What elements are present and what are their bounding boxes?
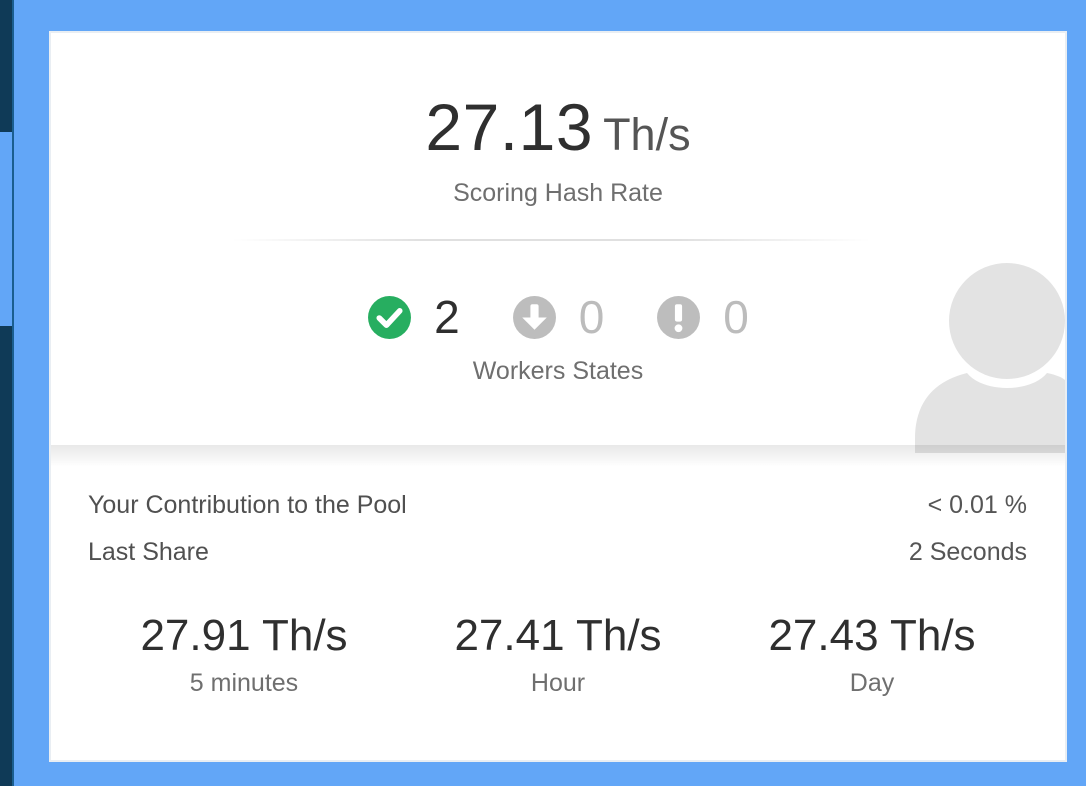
avg-hour-label: Hour [530, 669, 586, 697]
contribution-value: < 0.01 % [927, 491, 1027, 519]
average-hash-rates: 27.91 Th/s 5 minutes 27.41 Th/s Hour 27.… [51, 611, 1065, 698]
avg-hour-value: 27.41 Th/s [454, 611, 662, 660]
worker-state-error[interactable]: 0 [656, 290, 749, 344]
sidebar-edge-top [0, 0, 12, 132]
workers-states-label: Workers States [472, 357, 644, 385]
last-share-row: Last Share 2 Seconds [88, 538, 1027, 567]
exclamation-circle-icon [657, 295, 701, 339]
scoring-hash-rate: 27.13 Th/s [51, 89, 1065, 165]
down-count: 0 [578, 291, 605, 343]
avg-5-minutes-value: 27.91 Th/s [140, 611, 348, 660]
check-circle-icon [368, 295, 412, 339]
divider [231, 239, 871, 241]
hash-rate-unit: Th/s [603, 109, 691, 160]
last-share-label: Last Share [88, 538, 209, 566]
section-separator [51, 445, 1065, 467]
hash-rate-value: 27.13 [425, 90, 594, 164]
error-count: 0 [723, 291, 749, 343]
worker-state-down[interactable]: 0 [512, 290, 605, 344]
hash-rate-label: Scoring Hash Rate [453, 179, 663, 207]
avg-day-label: Day [849, 669, 895, 697]
sidebar-edge-bottom [0, 326, 12, 786]
workers-states: 2 0 0 [51, 291, 1065, 343]
arrow-down-circle-icon [512, 295, 556, 339]
worker-state-online[interactable]: 2 [367, 290, 460, 344]
avg-hour: 27.41 Th/s Hour [401, 611, 715, 698]
avg-5-minutes-label: 5 minutes [189, 669, 299, 697]
sidebar-border [12, 0, 14, 786]
avg-day-value: 27.43 Th/s [768, 611, 976, 660]
online-count: 2 [434, 291, 460, 343]
avg-day: 27.43 Th/s Day [715, 611, 1029, 698]
hashrate-card: 27.13 Th/s Scoring Hash Rate 2 0 0 Worke… [49, 31, 1067, 762]
contribution-label: Your Contribution to the Pool [88, 491, 407, 519]
avg-5-minutes: 27.91 Th/s 5 minutes [87, 611, 401, 698]
last-share-value: 2 Seconds [908, 538, 1027, 566]
contribution-row: Your Contribution to the Pool < 0.01 % [88, 491, 1027, 520]
